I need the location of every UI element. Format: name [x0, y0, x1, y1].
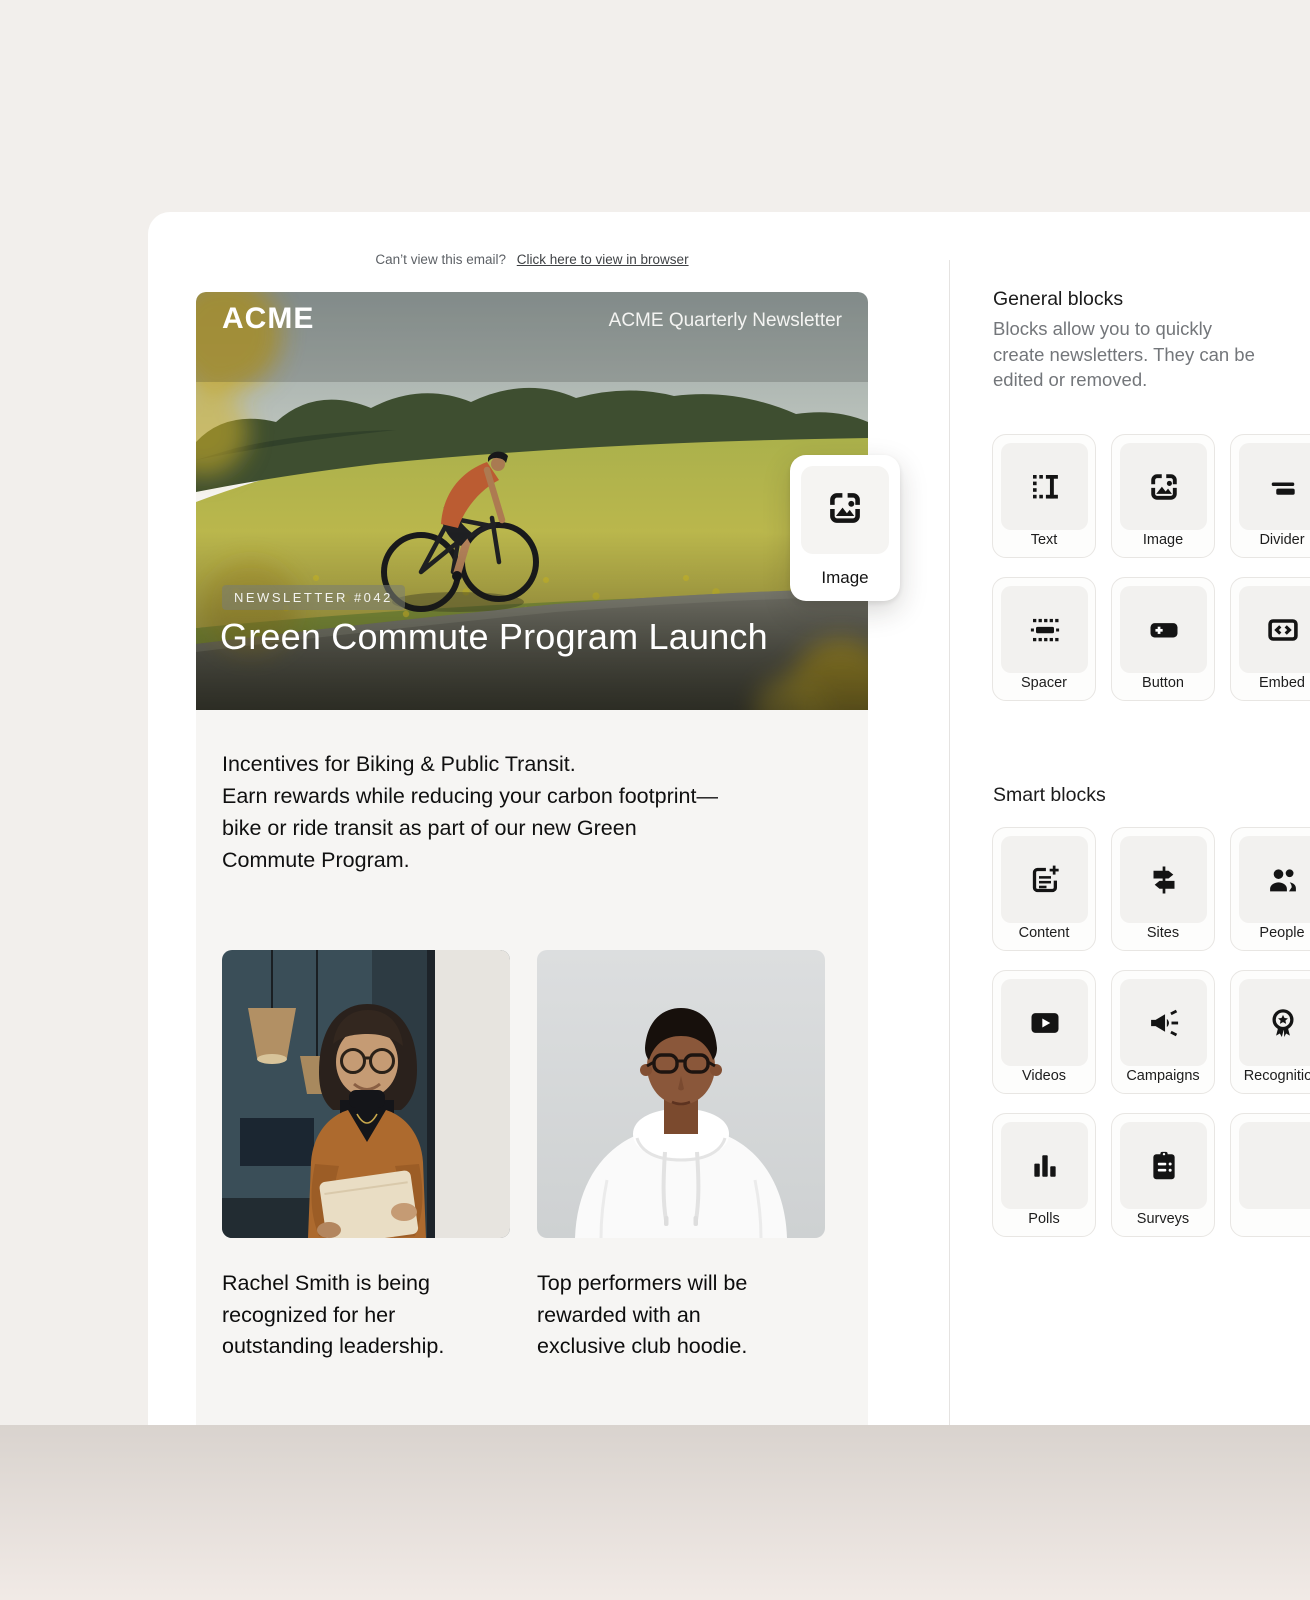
block-tile-spacer[interactable]: Spacer — [992, 577, 1096, 701]
photo-rachel[interactable] — [222, 950, 510, 1238]
caption-top-performer: Top performers will be rewarded with an … — [537, 1268, 825, 1363]
view-in-browser-text: Can’t view this email? — [375, 252, 506, 267]
polls-icon — [1027, 1148, 1063, 1184]
block-tile-videos[interactable]: Videos — [992, 970, 1096, 1094]
image-frame-icon — [1146, 469, 1182, 505]
intro-line-2: Earn rewards while reducing your carbon … — [222, 780, 727, 876]
photo-top-performer[interactable] — [537, 950, 825, 1238]
smart-blocks-title: Smart blocks — [993, 784, 1106, 807]
block-tile-people[interactable]: People — [1230, 827, 1310, 951]
recognition-icon — [1265, 1005, 1301, 1041]
block-tile-text[interactable]: Text — [992, 434, 1096, 558]
dragged-image-block-icon-area — [801, 466, 889, 554]
caption-rachel: Rachel Smith is being recognized for her… — [222, 1268, 510, 1363]
button-icon — [1146, 612, 1182, 648]
spacer-icon — [1027, 612, 1063, 648]
acme-logo: ACME — [222, 302, 314, 336]
intro-text-block[interactable]: Incentives for Biking & Public Transit. … — [222, 748, 727, 876]
surveys-icon — [1146, 1148, 1182, 1184]
sites-icon — [1146, 862, 1182, 898]
dragged-image-block-label: Image — [790, 568, 900, 588]
block-tile-image[interactable]: Image — [1111, 434, 1215, 558]
block-tile-content[interactable]: Content — [992, 827, 1096, 951]
view-in-browser-link[interactable]: Click here to view in browser — [517, 252, 689, 267]
block-tile-polls[interactable]: Polls — [992, 1113, 1096, 1237]
content-icon — [1027, 862, 1063, 898]
block-tile-button[interactable]: Button — [1111, 577, 1215, 701]
videos-icon — [1027, 1005, 1063, 1041]
newsletter-preview[interactable]: ACME ACME Quarterly Newsletter NEWSLETTE… — [196, 292, 868, 1425]
block-tile-divider[interactable]: Divider — [1230, 434, 1310, 558]
newsletter-headline: Green Commute Program Launch — [220, 616, 768, 658]
page-background-fade — [0, 1425, 1310, 1600]
block-tile-sites[interactable]: Sites — [1111, 827, 1215, 951]
text-icon — [1027, 469, 1063, 505]
block-tile-campaigns[interactable]: Campaigns — [1111, 970, 1215, 1094]
block-tile-surveys[interactable]: Surveys — [1111, 1113, 1215, 1237]
divider-icon — [1265, 469, 1301, 505]
newsletter-masthead: ACME Quarterly Newsletter — [609, 310, 842, 332]
block-tile-embed[interactable]: Embed — [1230, 577, 1310, 701]
general-blocks-grid: Text Image Divider Spacer Button Em — [992, 434, 1310, 701]
block-tile-empty[interactable] — [1230, 1113, 1310, 1237]
image-icon — [824, 487, 866, 534]
block-tile-recognition[interactable]: Recognition — [1230, 970, 1310, 1094]
hero-image-block[interactable]: ACME ACME Quarterly Newsletter NEWSLETTE… — [196, 292, 868, 710]
panel-divider — [949, 260, 950, 1425]
general-blocks-description: Blocks allow you to quickly create newsl… — [993, 316, 1267, 393]
view-in-browser-bar: Can’t view this email? Click here to vie… — [196, 252, 868, 267]
smart-blocks-grid: Content Sites People Videos Campaigns Re… — [992, 827, 1310, 1237]
embed-icon — [1265, 612, 1301, 648]
dragged-image-block[interactable]: Image — [790, 455, 900, 601]
issue-badge: NEWSLETTER #042 — [222, 585, 405, 610]
intro-line-1: Incentives for Biking & Public Transit. — [222, 748, 727, 780]
people-icon — [1265, 862, 1301, 898]
campaigns-icon — [1146, 1005, 1182, 1041]
editor-canvas: Can’t view this email? Click here to vie… — [148, 212, 1310, 1425]
general-blocks-title: General blocks — [993, 288, 1123, 311]
